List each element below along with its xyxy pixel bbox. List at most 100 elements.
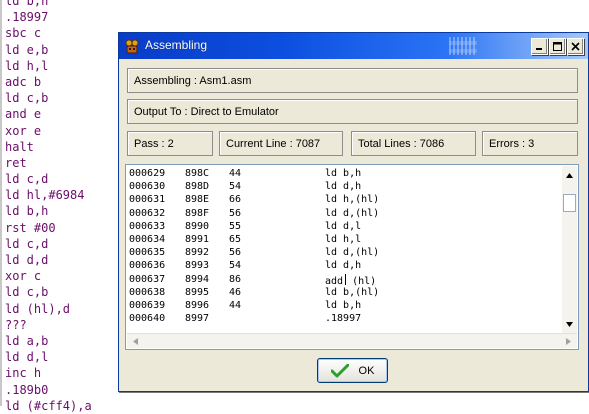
listing-instruction: ld h,(hl) xyxy=(325,194,380,206)
editor-line: ret xyxy=(5,155,27,170)
editor-line: ld c,b xyxy=(5,285,49,300)
pass-status: Pass : 2 xyxy=(127,131,213,156)
editor-line: sbc c xyxy=(5,26,42,41)
listing-opcode: 54 xyxy=(229,181,242,193)
editor-line: xor e xyxy=(5,123,42,138)
editor-line: ld (hl),d xyxy=(5,301,71,316)
editor-line: ld b,h xyxy=(5,0,49,8)
listing-line-number: 000633 xyxy=(129,220,166,232)
listing-line-number: 000637 xyxy=(129,273,166,285)
ok-label: OK xyxy=(358,364,375,377)
editor-line: ld hl,#6984 xyxy=(5,188,85,203)
listing-line-number: 000632 xyxy=(129,207,166,219)
editor-line: .18997 xyxy=(5,10,49,25)
listing-address: 8991 xyxy=(185,233,210,245)
editor-line: ld c,d xyxy=(5,172,49,187)
listing-opcode: 46 xyxy=(229,286,242,298)
maximize-icon xyxy=(553,42,562,51)
close-icon xyxy=(571,42,580,51)
listing-opcode: 44 xyxy=(229,168,242,179)
current-line-status: Current Line : 7087 xyxy=(219,131,343,156)
listing-address: 898E xyxy=(185,194,210,206)
listing-line-number: 000636 xyxy=(129,260,166,272)
ok-button[interactable]: OK xyxy=(317,358,388,383)
listing-instruction: ld d,(hl) xyxy=(325,247,380,259)
editor-line: ld c,b xyxy=(5,91,49,106)
listing-address: 8993 xyxy=(185,260,210,272)
listing-line-number: 000634 xyxy=(129,233,166,245)
scroll-up-icon[interactable] xyxy=(562,168,577,183)
listing-address: 8996 xyxy=(185,299,210,311)
listing-address: 8992 xyxy=(185,247,210,259)
assembly-listing[interactable]: 000629 898C 44 ld b,h 000630 898D 54 ld d,h 0006… xyxy=(125,164,579,350)
editor-line: .189b0 xyxy=(5,382,49,397)
horizontal-scrollbar[interactable] xyxy=(127,333,577,348)
scroll-down-icon[interactable] xyxy=(562,317,577,332)
listing-opcode: 56 xyxy=(229,247,242,259)
listing-address: 898D xyxy=(185,181,210,193)
listing-instruction: ld b,h xyxy=(325,299,362,311)
editor-line: rst #00 xyxy=(5,220,56,235)
listing-instruction: ld d,h xyxy=(325,260,362,272)
editor-line: adc b xyxy=(5,74,42,89)
listing-address: 8997 xyxy=(185,313,210,325)
listing-line-number: 000640 xyxy=(129,313,166,325)
dialog-title: Assembling xyxy=(145,38,208,52)
listing-address: 898C xyxy=(185,168,210,179)
minimize-icon xyxy=(536,48,542,50)
listing-opcode: 65 xyxy=(229,233,242,245)
editor-line: ld c,d xyxy=(5,236,49,251)
listing-address: 8990 xyxy=(185,220,210,232)
editor-line: ld b,h xyxy=(5,204,49,219)
editor-line: ??? xyxy=(5,317,27,332)
title-bar[interactable]: Assembling xyxy=(119,33,588,59)
app-icon xyxy=(124,38,140,54)
listing-instruction: ld b,h xyxy=(325,168,362,179)
assembling-dialog: Assembling Assembling : Asm1.asm Output … xyxy=(118,32,589,392)
listing-opcode: 86 xyxy=(229,273,242,285)
editor-line: ld d,d xyxy=(5,253,49,267)
listing-line-number: 000635 xyxy=(129,247,166,259)
editor-line: ld e,b xyxy=(5,42,49,57)
close-button[interactable] xyxy=(567,38,584,55)
listing-address: 8994 xyxy=(185,273,210,285)
titlebar-decoration xyxy=(449,37,477,55)
listing-opcode: 44 xyxy=(229,299,242,311)
text-caret xyxy=(345,273,347,285)
listing-line-number: 000629 xyxy=(129,168,166,179)
listing-address: 8995 xyxy=(185,286,210,298)
editor-line: inc h xyxy=(5,366,42,381)
minimize-button[interactable] xyxy=(531,38,548,55)
maximize-button[interactable] xyxy=(549,38,566,55)
vertical-scrollbar[interactable] xyxy=(562,166,577,334)
output-target-label: Output To : Direct to Emulator xyxy=(127,99,578,124)
listing-instruction: ld b,(hl) xyxy=(325,286,380,298)
scroll-right-icon[interactable] xyxy=(561,334,576,348)
editor-line: ld d,l xyxy=(5,350,49,365)
total-lines-status: Total Lines : 7086 xyxy=(351,131,476,156)
listing-opcode: 56 xyxy=(229,207,242,219)
listing-instruction: add (hl) xyxy=(325,273,377,287)
listing-instruction: ld h,l xyxy=(325,233,362,245)
listing-instruction: ld d,l xyxy=(325,220,362,232)
editor-line: ld a,b xyxy=(5,333,49,348)
listing-line-number: 000638 xyxy=(129,286,166,298)
editor-line: ld h,l xyxy=(5,58,49,73)
editor-line: halt xyxy=(5,139,34,154)
listing-opcode: 66 xyxy=(229,194,242,206)
scroll-left-icon[interactable] xyxy=(128,334,143,348)
editor-gutter xyxy=(0,0,2,406)
listing-opcode: 54 xyxy=(229,260,242,272)
editor-line: xor c xyxy=(5,269,42,284)
listing-instruction: .18997 xyxy=(325,313,362,325)
checkmark-icon xyxy=(330,363,349,377)
listing-line-number: 000631 xyxy=(129,194,166,206)
editor-line: and e xyxy=(5,107,42,122)
listing-line-number: 000630 xyxy=(129,181,166,193)
errors-status: Errors : 3 xyxy=(482,131,578,156)
listing-instruction: ld d,(hl) xyxy=(325,207,380,219)
scroll-thumb[interactable] xyxy=(563,194,576,212)
listing-instruction: ld d,h xyxy=(325,181,362,193)
listing-address: 898F xyxy=(185,207,210,219)
listing-opcode: 55 xyxy=(229,220,242,232)
